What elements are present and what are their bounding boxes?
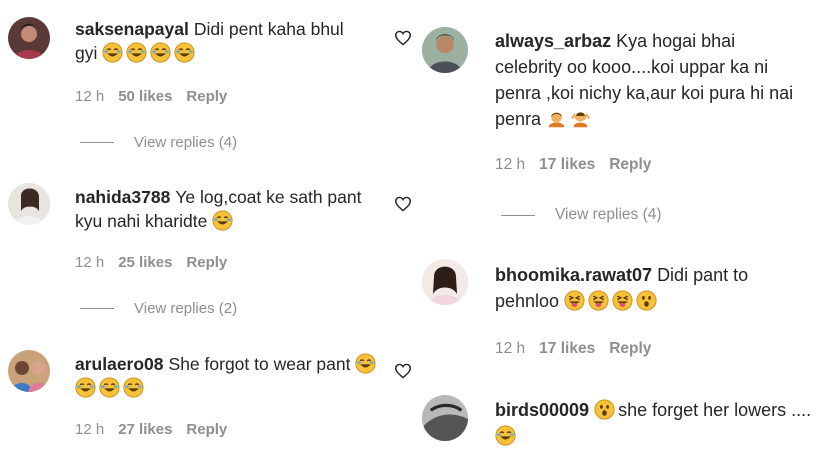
comment-meta: 12 h 27 likes Reply — [75, 421, 241, 438]
joy-emoji-icon — [126, 42, 147, 63]
divider — [80, 142, 114, 143]
squint-tongue-emoji-icon — [564, 290, 585, 311]
likes-count[interactable]: 27 likes — [118, 421, 172, 438]
view-replies-button[interactable]: View replies (4) — [80, 134, 237, 151]
view-replies-label: View replies (4) — [555, 206, 662, 223]
comment-time: 12 h — [75, 254, 105, 271]
view-replies-button[interactable]: View replies (2) — [80, 300, 237, 317]
reply-button[interactable]: Reply — [609, 340, 651, 357]
avatar[interactable] — [8, 17, 50, 59]
joy-emoji-icon — [99, 377, 120, 398]
emoji-group — [102, 42, 198, 63]
avatar[interactable] — [8, 350, 50, 392]
emoji-inline — [594, 399, 618, 420]
squint-tongue-emoji-icon — [588, 290, 609, 311]
joy-emoji-icon — [495, 425, 516, 446]
joy-emoji-icon — [212, 210, 233, 231]
comment-username[interactable]: always_arbaz — [495, 31, 611, 51]
avatar[interactable] — [422, 395, 468, 441]
comment-meta: 12 h 50 likes Reply — [75, 88, 241, 105]
astonished-emoji-icon — [594, 399, 615, 420]
comment-meta: 12 h 17 likes Reply — [495, 340, 665, 358]
avatar[interactable] — [422, 27, 468, 73]
comment-body: arulaero08 She forgot to wear pant — [75, 352, 385, 400]
comment-item: saksenapayal Didi pent kaha bhul gyi 12 h… — [0, 0, 412, 160]
likes-count[interactable]: 17 likes — [539, 156, 595, 173]
avatar[interactable] — [8, 183, 50, 225]
view-replies-button[interactable]: View replies (4) — [501, 206, 662, 224]
comment-body: saksenapayal Didi pent kaha bhul gyi — [75, 17, 365, 65]
view-replies-label: View replies (4) — [134, 134, 238, 151]
like-heart-icon[interactable] — [394, 196, 412, 212]
likes-count[interactable]: 17 likes — [539, 340, 595, 357]
comment-body: nahida3788 Ye log,coat ke sath pant kyu n… — [75, 185, 385, 233]
comment-username[interactable]: arulaero08 — [75, 354, 164, 374]
person-shrugging-emoji-icon — [570, 108, 591, 129]
joy-emoji-icon — [75, 377, 96, 398]
comment-time: 12 h — [495, 340, 526, 357]
reply-button[interactable]: Reply — [609, 156, 651, 173]
joy-emoji-icon — [102, 42, 123, 63]
divider — [501, 214, 535, 216]
comment-item: arulaero08 She forgot to wear pant 12 h 27… — [0, 345, 412, 461]
reply-button[interactable]: Reply — [186, 254, 227, 271]
like-heart-icon[interactable] — [394, 30, 412, 46]
squint-tongue-emoji-icon — [612, 290, 633, 311]
joy-emoji-icon — [123, 377, 144, 398]
reply-button[interactable]: Reply — [186, 88, 227, 105]
joy-emoji-icon — [174, 42, 195, 63]
emoji-group — [564, 290, 660, 311]
comment-text: She forgot to wear pant — [168, 354, 351, 374]
comment-text: she forget her lowers .... — [618, 400, 812, 420]
joy-emoji-icon — [355, 353, 376, 374]
comment-meta: 12 h 25 likes Reply — [75, 254, 241, 271]
astonished-emoji-icon — [636, 290, 657, 311]
comment-username[interactable]: bhoomika.rawat07 — [495, 265, 652, 285]
emoji-group — [546, 109, 594, 129]
comment-item: always_arbaz Kya hogai bhai celebrity oo … — [415, 0, 830, 240]
comment-username[interactable]: birds00009 — [495, 400, 589, 420]
comment-username[interactable]: nahida3788 — [75, 187, 170, 207]
comment-body: always_arbaz Kya hogai bhai celebrity oo … — [495, 28, 795, 132]
comment-meta: 12 h 17 likes Reply — [495, 156, 665, 174]
comment-item: birds00009 she forget her lowers .... — [415, 384, 830, 461]
avatar[interactable] — [422, 259, 468, 305]
comment-time: 12 h — [75, 88, 105, 105]
person-bowing-emoji-icon — [546, 108, 567, 129]
comment-body: birds00009 she forget her lowers .... — [495, 397, 830, 449]
likes-count[interactable]: 25 likes — [118, 254, 172, 271]
divider — [80, 308, 114, 309]
emoji-group — [495, 425, 519, 446]
comment-time: 12 h — [495, 156, 526, 173]
emoji-group — [212, 210, 236, 231]
view-replies-label: View replies (2) — [134, 300, 238, 317]
likes-count[interactable]: 50 likes — [118, 88, 172, 105]
reply-button[interactable]: Reply — [186, 421, 227, 438]
comment-username[interactable]: saksenapayal — [75, 19, 189, 39]
joy-emoji-icon — [150, 42, 171, 63]
comment-body: bhoomika.rawat07 Didi pant to pehnloo — [495, 262, 805, 314]
like-heart-icon[interactable] — [394, 363, 412, 379]
comment-item: bhoomika.rawat07 Didi pant to pehnloo 12 … — [415, 252, 830, 372]
comment-item: nahida3788 Ye log,coat ke sath pant kyu n… — [0, 178, 412, 328]
comment-time: 12 h — [75, 421, 105, 438]
